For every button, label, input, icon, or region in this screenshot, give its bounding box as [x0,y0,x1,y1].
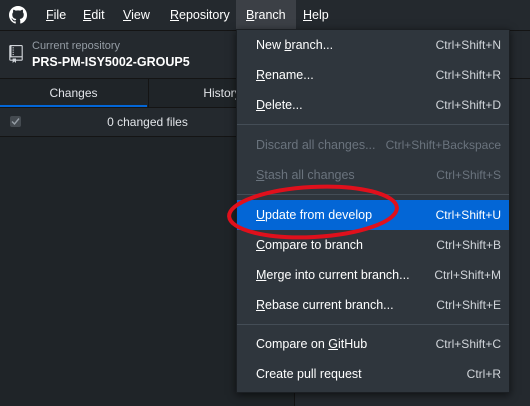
shortcut-label: Ctrl+Shift+U [435,208,501,222]
shortcut-label: Ctrl+Shift+S [436,168,501,182]
github-logo-icon [9,6,27,24]
menu-edit[interactable]: Edit [75,0,113,30]
menu-item-new-branch[interactable]: New branch... Ctrl+Shift+N [237,30,509,60]
shortcut-label: Ctrl+Shift+D [435,98,501,112]
shortcut-label: Ctrl+Shift+Backspace [385,138,501,152]
menu-item-delete[interactable]: Delete... Ctrl+Shift+D [237,90,509,120]
menu-item-stash-all-changes: Stash all changes Ctrl+Shift+S [237,160,509,190]
menu-separator [237,124,509,125]
current-repository-caption: Current repository [32,40,121,52]
menu-view[interactable]: View [115,0,158,30]
shortcut-label: Ctrl+Shift+E [436,298,501,312]
menu-item-rebase-current-branch[interactable]: Rebase current branch... Ctrl+Shift+E [237,290,509,320]
branch-menu: New branch... Ctrl+Shift+N Rename... Ctr… [236,29,510,393]
menu-item-discard-all-changes: Discard all changes... Ctrl+Shift+Backsp… [237,130,509,160]
menu-repository[interactable]: Repository [162,0,238,30]
shortcut-label: Ctrl+Shift+C [435,337,501,351]
shortcut-label: Ctrl+Shift+N [435,38,501,52]
shortcut-label: Ctrl+R [466,367,501,381]
menu-item-compare-on-github[interactable]: Compare on GitHub Ctrl+Shift+C [237,329,509,359]
menu-item-compare-to-branch[interactable]: Compare to branch Ctrl+Shift+B [237,230,509,260]
shortcut-label: Ctrl+Shift+R [435,68,501,82]
tab-changes[interactable]: Changes [0,79,147,107]
menu-help[interactable]: Help [295,0,337,30]
menu-file[interactable]: File [38,0,74,30]
shortcut-label: Ctrl+Shift+M [434,268,501,282]
menu-branch[interactable]: Branch [236,0,296,30]
menu-item-rename[interactable]: Rename... Ctrl+Shift+R [237,60,509,90]
current-repository-name: PRS-PM-ISY5002-GROUP5 [32,55,190,69]
menu-separator [237,194,509,195]
menu-separator [237,324,509,325]
menu-item-merge-into-current-branch[interactable]: Merge into current branch... Ctrl+Shift+… [237,260,509,290]
menu-item-create-pull-request[interactable]: Create pull request Ctrl+R [237,359,509,389]
menu-item-update-from-develop[interactable]: Update from develop Ctrl+Shift+U [237,200,509,230]
repository-icon [9,45,23,63]
shortcut-label: Ctrl+Shift+B [436,238,501,252]
menu-bar: File Edit View Repository Branch Help [0,0,530,31]
